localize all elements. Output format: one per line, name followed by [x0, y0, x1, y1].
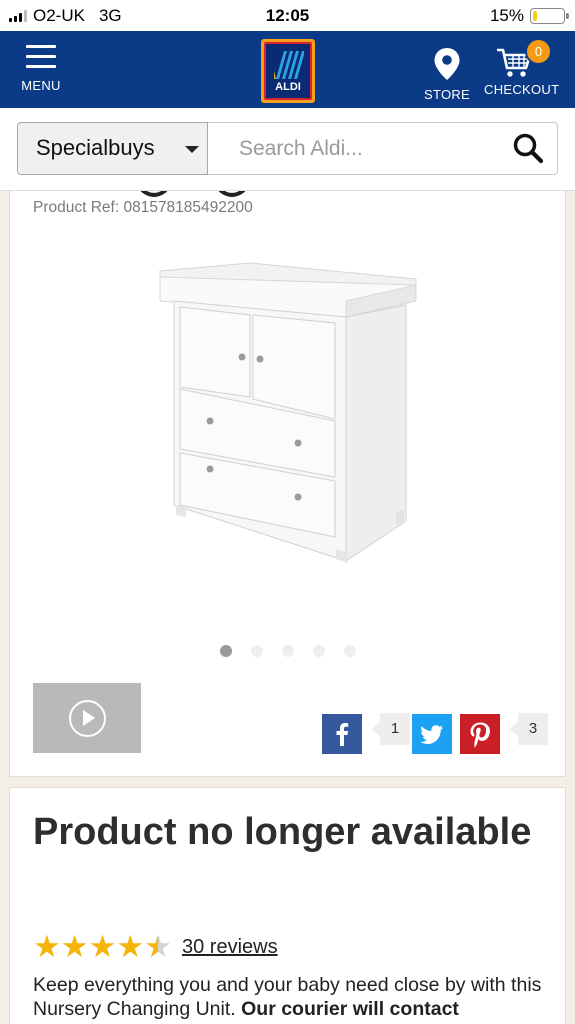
facebook-share-button[interactable]	[322, 714, 362, 754]
location-pin-icon	[434, 48, 460, 80]
facebook-icon	[336, 723, 349, 746]
store-button[interactable]: STORE	[422, 47, 472, 102]
aldi-logo[interactable]: ALDI	[261, 39, 315, 103]
star-full-icon: ★	[33, 929, 61, 964]
unavailable-heading: Product no longer available	[33, 811, 532, 853]
search-icon[interactable]	[512, 132, 544, 164]
carousel-dots[interactable]	[220, 645, 356, 657]
changing-unit-image[interactable]	[158, 259, 420, 565]
status-right: 15%	[489, 6, 569, 26]
product-ref: Product Ref: 081578185492200	[33, 199, 253, 216]
clock: 12:05	[265, 6, 310, 25]
logo-text: ALDI	[275, 81, 301, 93]
star-full-icon: ★	[116, 929, 145, 964]
category-dropdown[interactable]: Specialbuys	[17, 122, 208, 175]
hamburger-icon	[26, 45, 56, 68]
carousel-dot[interactable]	[251, 645, 263, 657]
twitter-icon	[420, 725, 443, 744]
carousel-dot[interactable]	[344, 645, 356, 657]
pinterest-icon	[470, 722, 490, 748]
menu-button[interactable]: MENU	[18, 45, 64, 93]
status-bar: O2-UK 3G 12:05 15%	[0, 0, 575, 31]
store-label: STORE	[423, 87, 471, 102]
video-thumbnail[interactable]	[33, 683, 141, 753]
search-input[interactable]	[208, 122, 558, 175]
star-half-icon: ★	[144, 929, 172, 964]
description-bold-text: Our courier will contact	[241, 998, 459, 1020]
twitter-share-button[interactable]	[412, 714, 452, 754]
star-full-icon: ★	[60, 929, 89, 964]
battery-percent: 15%	[489, 6, 524, 25]
availability-card: Product no longer available ★ ★ ★ ★ ★ 30 rev…	[9, 787, 566, 1024]
reviews-link[interactable]: 30 reviews	[182, 936, 278, 959]
site-header: MENU ALDI STORE 0 CHECKOUT	[0, 31, 575, 108]
product-description: Keep everything you and your baby need c…	[33, 973, 548, 1021]
battery-icon	[530, 8, 569, 24]
facebook-share-count: 1	[372, 713, 410, 745]
pinterest-share-button[interactable]	[460, 714, 500, 754]
checkout-label: CHECKOUT	[484, 82, 560, 97]
pinterest-share-count: 3	[510, 713, 548, 745]
checkout-button[interactable]: 0 CHECKOUT	[484, 38, 560, 97]
rating-stars: ★ ★ ★ ★ ★	[33, 931, 172, 962]
carousel-dot[interactable]	[313, 645, 325, 657]
carousel-dot[interactable]	[220, 645, 232, 657]
logo-stripes-icon	[274, 51, 304, 79]
cart-count-badge: 0	[525, 38, 552, 65]
menu-label: MENU	[21, 78, 61, 93]
play-icon	[69, 700, 106, 737]
caret-down-icon	[185, 146, 199, 153]
product-card: Product Ref: 081578185492200 1 3	[9, 191, 566, 777]
search-bar: Specialbuys	[0, 108, 575, 191]
carousel-dot[interactable]	[282, 645, 294, 657]
star-full-icon: ★	[88, 929, 117, 964]
category-value: Specialbuys	[36, 135, 155, 160]
